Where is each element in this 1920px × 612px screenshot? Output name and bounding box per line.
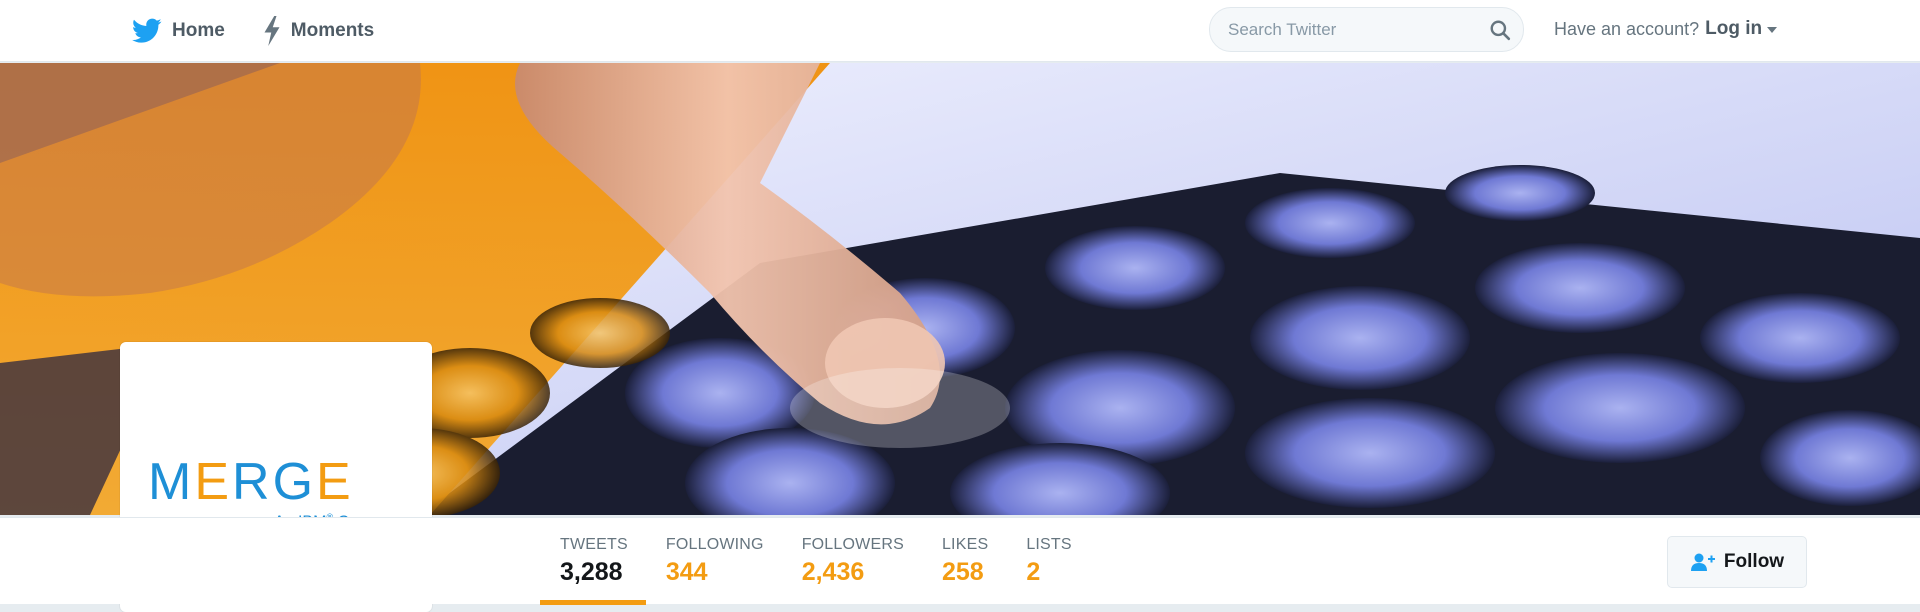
search-icon[interactable] — [1489, 19, 1511, 46]
stat-label: FOLLOWERS — [801, 536, 904, 553]
nav-home-label: Home — [172, 20, 225, 41]
logo-wordmark: MERGE — [148, 453, 354, 511]
nav-moments-label: Moments — [290, 20, 375, 41]
login-label: Log in — [1705, 18, 1763, 39]
stat-followers[interactable]: FOLLOWERS 2,436 — [782, 518, 922, 605]
nav-moments[interactable]: Moments — [263, 0, 374, 62]
stat-value: 2,436 — [801, 558, 865, 586]
stat-label: FOLLOWING — [665, 536, 764, 553]
search-box — [1209, 7, 1524, 52]
stat-value: 2 — [1026, 558, 1041, 586]
twitter-bird-icon — [132, 18, 162, 44]
stat-value: 3,288 — [560, 558, 623, 586]
search-input[interactable] — [1210, 8, 1480, 51]
stat-following[interactable]: FOLLOWING 344 — [646, 518, 782, 605]
caret-down-icon — [1767, 27, 1778, 33]
follow-label: Follow — [1723, 551, 1785, 572]
nav-home[interactable]: Home — [132, 0, 225, 62]
stat-value: 258 — [941, 558, 984, 586]
follow-button[interactable]: Follow — [1667, 536, 1807, 588]
account-area: Have an account? Log in — [1554, 0, 1778, 58]
add-user-icon — [1690, 552, 1716, 572]
stat-label: TWEETS — [560, 536, 628, 553]
stat-lists[interactable]: LISTS 2 — [1006, 518, 1089, 605]
login-dropdown[interactable]: Log in — [1705, 18, 1778, 40]
profile-nav-bar: TWEETS 3,288 FOLLOWING 344 FOLLOWERS 2,4… — [0, 517, 1920, 605]
nav-left: Home Moments — [132, 0, 412, 62]
stat-label: LISTS — [1026, 536, 1072, 553]
lightning-icon — [263, 16, 281, 46]
account-prompt: Have an account? — [1554, 18, 1700, 39]
profile-stats: TWEETS 3,288 FOLLOWING 344 FOLLOWERS 2,4… — [540, 518, 1090, 605]
stat-tweets[interactable]: TWEETS 3,288 — [540, 518, 646, 605]
top-navigation: Home Moments Have an account? Log in — [0, 0, 1920, 62]
stat-value: 344 — [665, 558, 708, 586]
stat-likes[interactable]: LIKES 258 — [922, 518, 1006, 605]
stat-label: LIKES — [941, 536, 989, 553]
